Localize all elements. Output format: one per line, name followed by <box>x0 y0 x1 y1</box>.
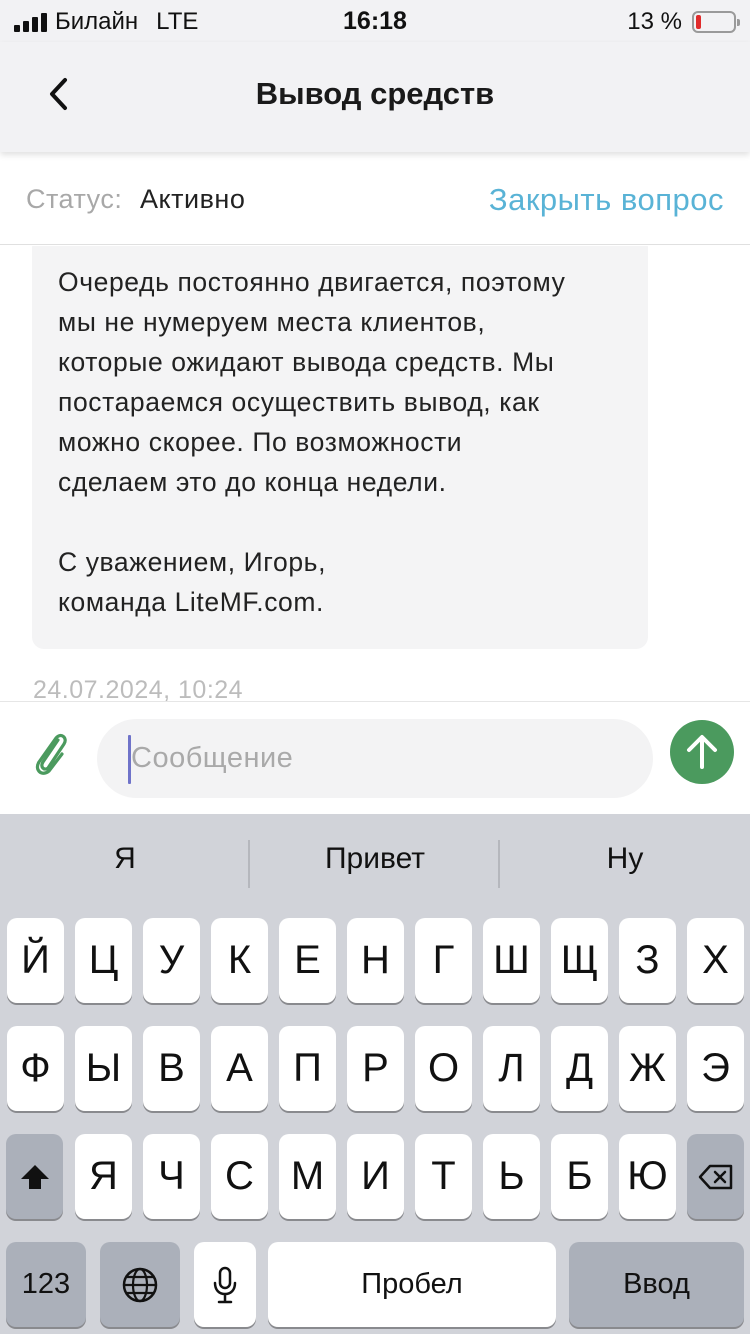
letter-key[interactable]: Ш <box>483 918 540 1003</box>
letter-key[interactable]: Ю <box>619 1134 676 1219</box>
letter-key[interactable]: Й <box>7 918 64 1003</box>
letter-key[interactable]: Р <box>347 1026 404 1111</box>
numbers-key[interactable]: 123 <box>6 1242 86 1327</box>
send-arrow-icon <box>687 735 717 769</box>
letter-key[interactable]: И <box>347 1134 404 1219</box>
letter-key[interactable]: В <box>143 1026 200 1111</box>
letter-key[interactable]: У <box>143 918 200 1003</box>
letter-key[interactable]: З <box>619 918 676 1003</box>
page-title: Вывод средств <box>255 76 495 111</box>
globe-icon <box>122 1267 158 1302</box>
backspace-icon <box>698 1164 732 1189</box>
battery-icon <box>692 11 740 33</box>
letter-key[interactable]: Я <box>75 1134 132 1219</box>
letter-key[interactable]: М <box>279 1134 336 1219</box>
microphone-icon <box>213 1266 237 1303</box>
battery-level-fill <box>696 15 701 29</box>
letter-key[interactable]: Щ <box>551 918 608 1003</box>
letter-key[interactable]: Л <box>483 1026 540 1111</box>
letter-key[interactable]: Н <box>347 918 404 1003</box>
letter-key[interactable]: Т <box>415 1134 472 1219</box>
letter-key[interactable]: С <box>211 1134 268 1219</box>
return-key[interactable]: Ввод <box>569 1242 744 1327</box>
message-timestamp: 24.07.2024, 10:24 <box>33 676 244 701</box>
message-composer <box>0 701 750 814</box>
text-cursor <box>128 735 131 784</box>
shift-key[interactable] <box>6 1134 63 1219</box>
keyboard: Я Привет Ну 123 Пробел Ввод ЙЦУКЕНГШЩЗХ Ф… <box>0 814 750 1334</box>
status-bar: Билайн LTE 16:18 13 % <box>0 0 750 42</box>
attach-button[interactable] <box>28 726 72 780</box>
letter-key[interactable]: А <box>211 1026 268 1111</box>
suggestion-2[interactable]: Привет <box>250 842 500 876</box>
letter-key[interactable]: Г <box>415 918 472 1003</box>
status-value: Активно <box>140 184 246 214</box>
message-input[interactable] <box>131 719 631 798</box>
backspace-key[interactable] <box>687 1134 744 1219</box>
paperclip-icon <box>35 733 67 775</box>
status-label: Статус: <box>26 184 123 214</box>
letter-key[interactable]: Х <box>687 918 744 1003</box>
battery-percent: 13 % <box>627 8 682 35</box>
letter-key[interactable]: Д <box>551 1026 608 1111</box>
shift-icon <box>20 1164 49 1189</box>
close-question-link[interactable]: Закрыть вопрос <box>489 182 724 218</box>
letter-key[interactable]: Ь <box>483 1134 540 1219</box>
letter-key[interactable]: Ц <box>75 918 132 1003</box>
message-bubble: Очередь постоянно двигается, поэтому мы … <box>32 246 648 649</box>
message-input-container[interactable] <box>97 719 653 798</box>
letter-key[interactable]: Б <box>551 1134 608 1219</box>
letter-key[interactable]: Э <box>687 1026 744 1111</box>
space-key[interactable]: Пробел <box>268 1242 556 1327</box>
suggestion-3[interactable]: Ну <box>500 842 750 876</box>
globe-key[interactable] <box>100 1242 180 1327</box>
letter-key[interactable]: К <box>211 918 268 1003</box>
message-text: Очередь постоянно двигается, поэтому мы … <box>58 267 566 617</box>
suggestion-bar: Я Привет Ну <box>0 814 750 914</box>
letter-key[interactable]: П <box>279 1026 336 1111</box>
microphone-key[interactable] <box>194 1242 256 1327</box>
letter-key[interactable]: Ч <box>143 1134 200 1219</box>
chat-area[interactable]: Очередь постоянно двигается, поэтому мы … <box>0 246 750 701</box>
letter-key[interactable]: Ы <box>75 1026 132 1111</box>
send-button[interactable] <box>670 720 734 784</box>
status-bar-right: 13 % <box>627 8 740 36</box>
letter-key[interactable]: Ж <box>619 1026 676 1111</box>
ticket-status-row: Статус: Активно Закрыть вопрос <box>0 152 750 245</box>
navigation-bar: Вывод средств <box>0 42 750 152</box>
letter-key[interactable]: О <box>415 1026 472 1111</box>
suggestion-1[interactable]: Я <box>0 842 250 876</box>
letter-key[interactable]: Ф <box>7 1026 64 1111</box>
letter-key[interactable]: Е <box>279 918 336 1003</box>
